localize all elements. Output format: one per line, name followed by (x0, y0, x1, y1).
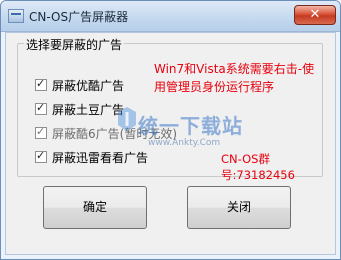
option-ku6: 屏蔽酷6广告(暂时无效) (35, 125, 177, 141)
app-icon (8, 9, 24, 23)
option-xunlei[interactable]: 屏蔽迅雷看看广告 (35, 149, 148, 165)
checkbox-xunlei[interactable] (35, 149, 47, 163)
group-title: 选择要屏蔽的广告 (24, 36, 125, 53)
ok-button[interactable]: 确定 (43, 186, 147, 229)
title-bar[interactable]: CN-OS广告屏蔽器 ✕ (1, 1, 340, 32)
admin-note: Win7和Vista系统需要右击-使用管理员身份运行程序 (154, 62, 315, 94)
checkbox-ku6 (35, 125, 47, 139)
close-icon: ✕ (309, 7, 321, 22)
option-label: 屏蔽土豆广告 (52, 102, 125, 117)
window-title: CN-OS广告屏蔽器 (29, 10, 129, 24)
option-label: 屏蔽迅雷看看广告 (52, 150, 149, 165)
qq-group-text: CN-OS群号:73182456 (221, 152, 295, 182)
checkbox-youku[interactable] (35, 77, 47, 91)
option-label: 屏蔽酷6广告(暂时无效) (52, 126, 177, 141)
window-close-button[interactable]: ✕ (294, 5, 336, 25)
option-label: 屏蔽优酷广告 (52, 78, 125, 93)
checkbox-tudou[interactable] (35, 101, 47, 115)
option-youku[interactable]: 屏蔽优酷广告 (35, 77, 124, 93)
option-tudou[interactable]: 屏蔽土豆广告 (35, 101, 124, 117)
close-button[interactable]: 关闭 (187, 186, 291, 229)
